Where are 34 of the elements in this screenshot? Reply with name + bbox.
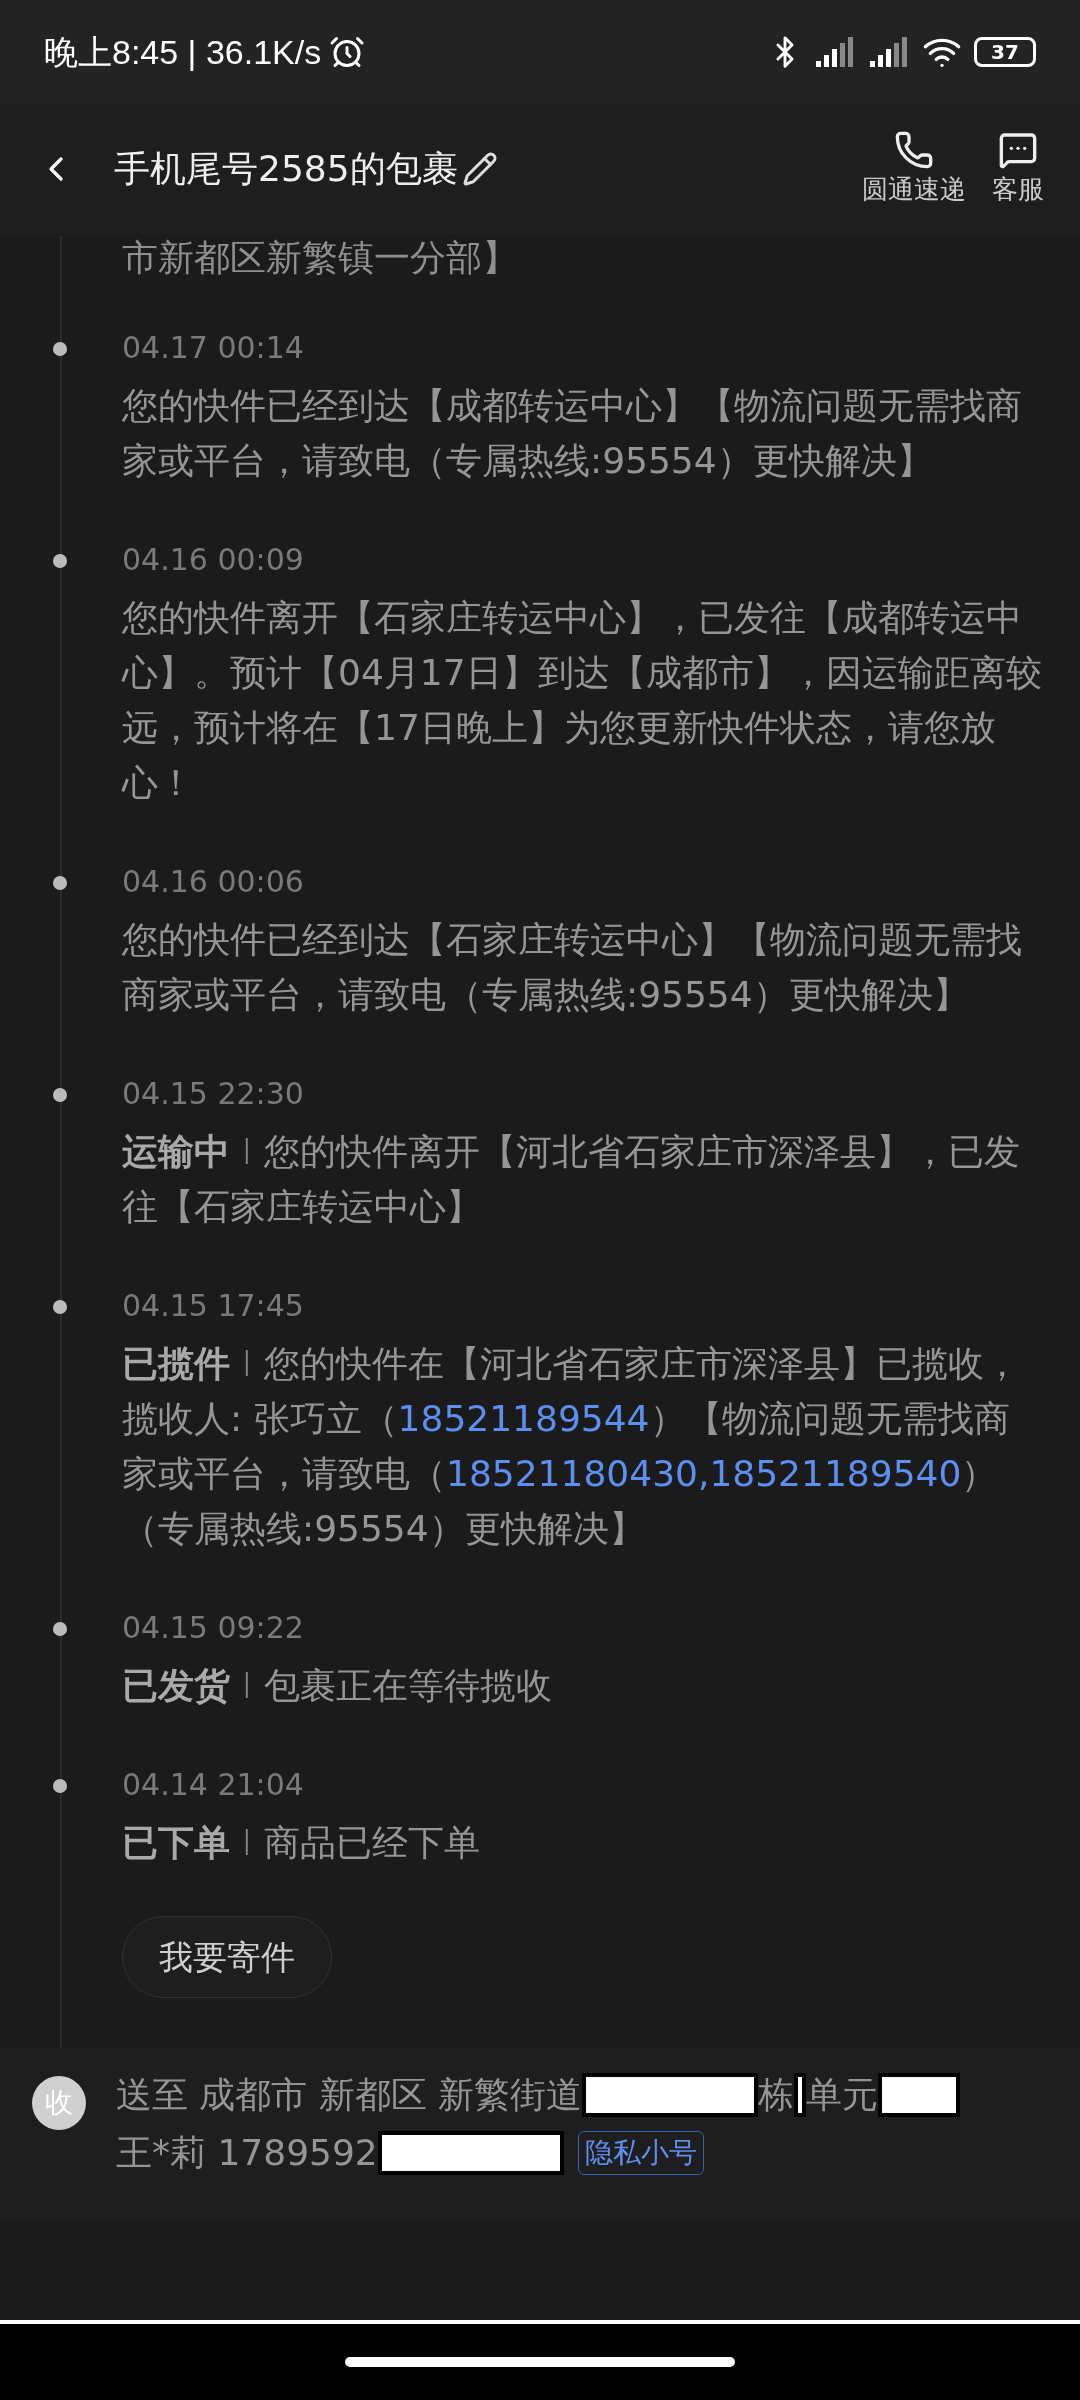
page-title: 手机尾号2585的包裹: [114, 147, 458, 191]
header-action-button[interactable]: 客服: [992, 129, 1044, 209]
phone-link[interactable]: 18521189544: [397, 1398, 650, 1439]
redaction-mark: [794, 2073, 807, 2117]
event-description: 已下单 I 商品已经下单: [122, 1821, 481, 1865]
status-time: 晚上8:45 | 36.1K/s: [44, 31, 322, 73]
event-time: 04.15 22:30: [122, 1075, 305, 1113]
signal-icon: [814, 35, 856, 69]
event-time: 04.16 00:06: [122, 863, 305, 901]
event-description: 已揽件 I 您的快件在【河北省石家庄市深泽县】已揽收，揽收人: 张巧立（18521189544）【物流问题无需找商家或平台，请致电（18521180430,18521189540）（专属热线:95554）更快解决】: [122, 1342, 1021, 1551]
header-action-button[interactable]: 圆通速递: [862, 129, 966, 209]
signal-icon: [868, 35, 910, 69]
address-text: 单元: [806, 2073, 879, 2117]
address-text: 送至 成都市 新都区 新繁街道: [116, 2073, 583, 2117]
event-time: 04.14 21:04: [122, 1766, 305, 1804]
event-description: 运输中 I 您的快件离开【河北省石家庄市深泽县】，已发往【石家庄转运中心】: [122, 1130, 1021, 1229]
event-description: 已发货 I 包裹正在等待揽收: [122, 1664, 553, 1708]
send-package-button[interactable]: 我要寄件: [122, 1916, 332, 1998]
event-description: 您的快件离开【石家庄转运中心】，已发往【成都转运中心】。预计【04月17日】到达【成都市】，因运输距离较远，预计将在【17日晚上】为您更新快件状态，请您放心！: [122, 596, 1043, 805]
address-text: 栋: [758, 2073, 795, 2117]
privacy-number-tag: 隐私小号: [577, 2131, 704, 2175]
event-time: 04.17 00:14: [122, 329, 305, 367]
edit-icon[interactable]: [461, 151, 498, 187]
event-time: 04.15 09:22: [122, 1609, 305, 1647]
phone-icon: [894, 129, 934, 170]
event-time: 04.15 17:45: [122, 1287, 305, 1325]
timeline-text: 市新都区新繁镇一分部】: [122, 236, 519, 280]
event-description: 您的快件已经到达【石家庄转运中心】【物流问题无需找商家或平台，请致电（专属热线:95554）更快解决】: [122, 918, 1023, 1017]
event-time: 04.16 00:09: [122, 541, 305, 579]
battery-level: 37: [991, 42, 1019, 62]
alarm-icon: [329, 34, 366, 70]
address-text: 王*莉 1789592: [116, 2131, 378, 2175]
event-description: 您的快件已经到达【成都转运中心】【物流问题无需找商家或平台，请致电（专属热线:95554）更快解决】: [122, 384, 1023, 483]
phone-link[interactable]: 18521180430,18521189540: [446, 1453, 962, 1494]
